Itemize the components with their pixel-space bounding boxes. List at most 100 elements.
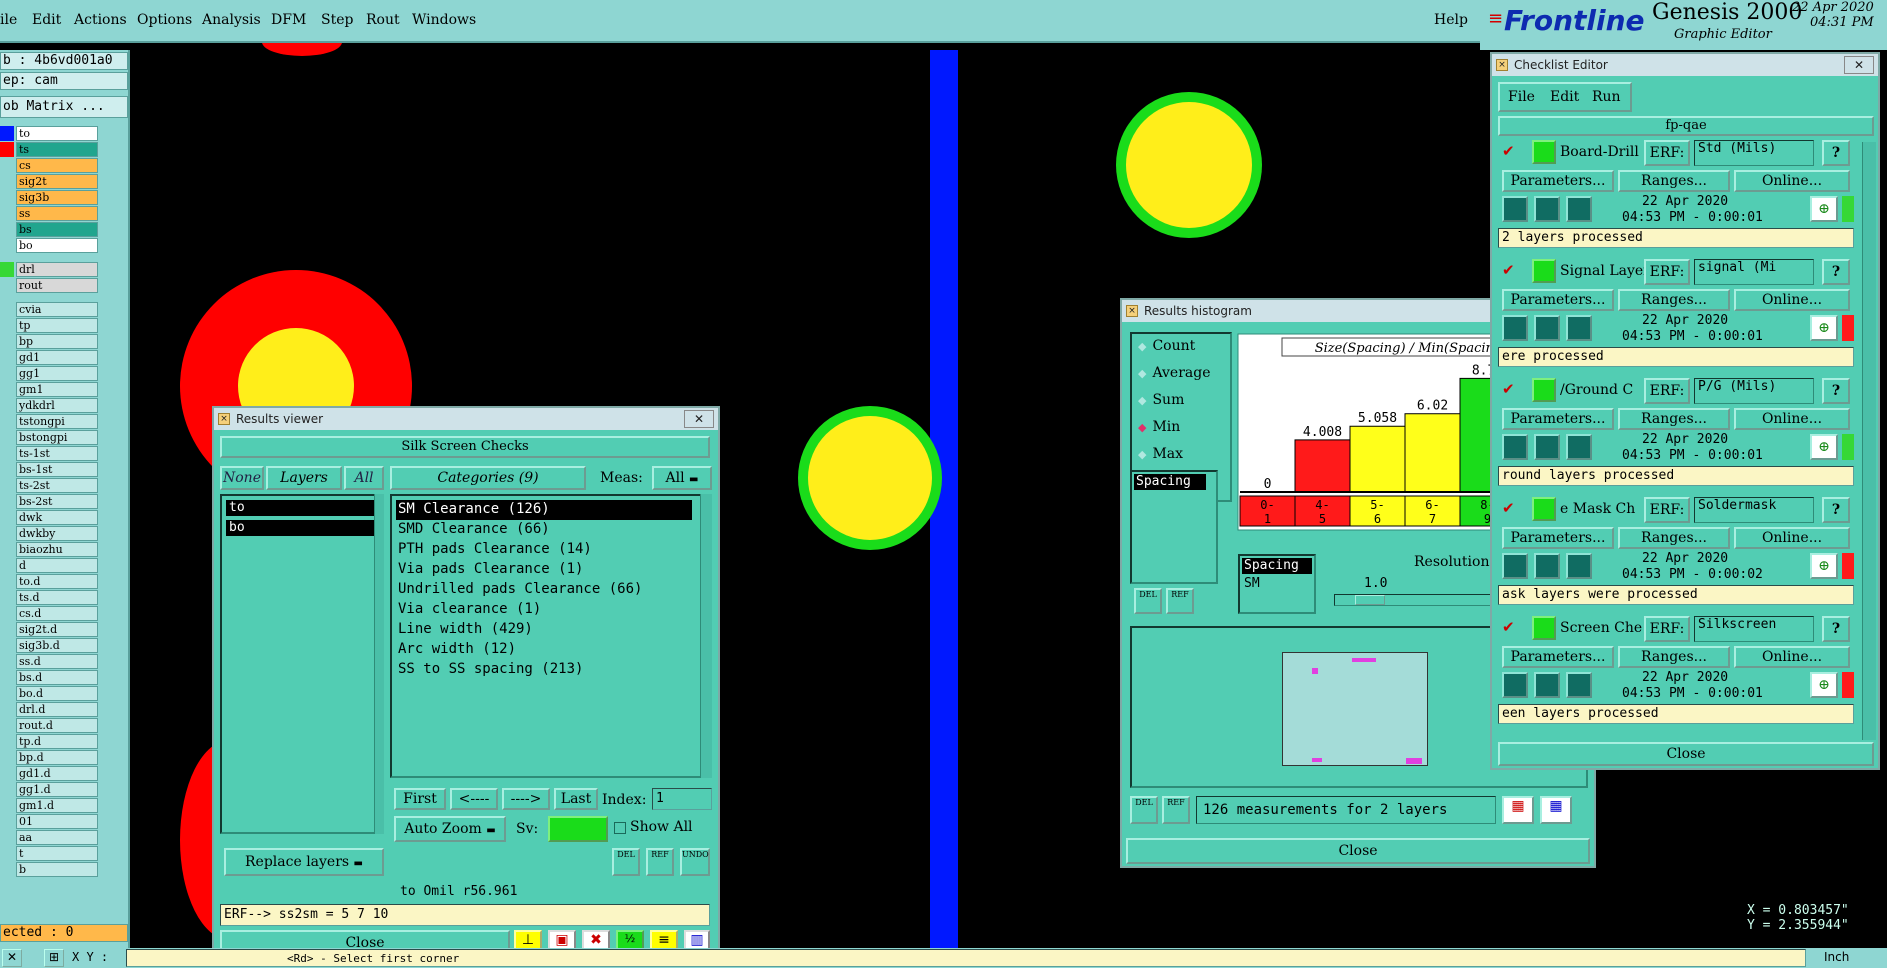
layer-item-gd1-d[interactable]: gd1.d bbox=[16, 766, 98, 781]
layer-color-swatch[interactable] bbox=[0, 262, 14, 277]
category-item[interactable]: SS to SS spacing (213) bbox=[396, 660, 692, 680]
sv-color-dropdown[interactable] bbox=[548, 816, 608, 842]
layer-item-gg1[interactable]: gg1 bbox=[16, 366, 98, 381]
menu-step[interactable]: Step bbox=[321, 12, 353, 28]
layer-item-bs-1st[interactable]: bs-1st bbox=[16, 462, 98, 477]
checklist-menu-file[interactable]: File bbox=[1508, 89, 1535, 105]
category-item[interactable]: Undrilled pads Clearance (66) bbox=[396, 580, 692, 600]
action-icon[interactable] bbox=[1532, 378, 1556, 402]
layer-item-to[interactable]: to bbox=[226, 500, 378, 516]
parameters-button[interactable]: Parameters... bbox=[1502, 408, 1614, 430]
run-icon[interactable] bbox=[1566, 553, 1592, 579]
layer-item-t[interactable]: t bbox=[16, 846, 98, 861]
layer-item-bo[interactable]: bo bbox=[16, 238, 98, 253]
check-icon[interactable]: ✔ bbox=[1502, 380, 1515, 398]
parameters-button[interactable]: Parameters... bbox=[1502, 527, 1614, 549]
ref-button[interactable]: REF bbox=[646, 848, 674, 876]
spacing-label[interactable]: Spacing bbox=[1242, 558, 1312, 574]
layer-item-aa[interactable]: aa bbox=[16, 830, 98, 845]
xy-input[interactable]: <Rd> - Select first corner bbox=[126, 949, 1806, 967]
layer-item-drl-d[interactable]: drl.d bbox=[16, 702, 98, 717]
categories-button[interactable]: Categories (9) bbox=[390, 466, 586, 490]
erf-button[interactable]: ERF: bbox=[1644, 259, 1690, 285]
histogram-bar[interactable] bbox=[1349, 425, 1406, 493]
histogram-bar[interactable] bbox=[1404, 413, 1461, 493]
resolution-slider-handle[interactable] bbox=[1355, 595, 1385, 605]
layer-item-dwk[interactable]: dwk bbox=[16, 510, 98, 525]
histogram-list-item[interactable]: Spacing bbox=[1134, 474, 1206, 490]
action-icon[interactable] bbox=[1532, 497, 1556, 521]
run-icon[interactable] bbox=[1534, 434, 1560, 460]
erf-button[interactable]: ERF: bbox=[1644, 616, 1690, 642]
category-item[interactable]: Line width (429) bbox=[396, 620, 692, 640]
next-button[interactable]: ----> bbox=[502, 788, 550, 810]
layer-item-cs-d[interactable]: cs.d bbox=[16, 606, 98, 621]
run-icon[interactable] bbox=[1566, 434, 1592, 460]
auto-zoom-dropdown[interactable]: Auto Zoom ▬ bbox=[394, 816, 506, 842]
layer-item-sig3b-d[interactable]: sig3b.d bbox=[16, 638, 98, 653]
none-button[interactable]: None bbox=[220, 466, 264, 490]
job-matrix-button[interactable]: ob Matrix ... bbox=[0, 96, 128, 118]
zoom-results-icon[interactable]: ⊕ bbox=[1810, 553, 1838, 579]
run-icon[interactable] bbox=[1502, 315, 1528, 341]
erf-button[interactable]: ERF: bbox=[1644, 497, 1690, 523]
zoom-fit-icon[interactable]: ▦ bbox=[1502, 796, 1534, 824]
del-button[interactable]: DEL bbox=[612, 848, 640, 876]
help-button[interactable]: ? bbox=[1822, 259, 1850, 285]
checklist-action-label[interactable]: e Mask Ch bbox=[1560, 501, 1644, 517]
layer-color-swatch[interactable] bbox=[0, 126, 14, 141]
online-button[interactable]: Online... bbox=[1734, 646, 1850, 668]
option-average[interactable]: ◆ Average bbox=[1138, 365, 1211, 381]
run-icon[interactable] bbox=[1566, 672, 1592, 698]
ranges-button[interactable]: Ranges... bbox=[1618, 289, 1730, 311]
layer-item-bp-d[interactable]: bp.d bbox=[16, 750, 98, 765]
layer-listbox[interactable]: to bo bbox=[220, 494, 384, 834]
erf-button[interactable]: ERF: bbox=[1644, 140, 1690, 166]
results-viewer-titlebar[interactable]: × Results viewer ✕ bbox=[214, 408, 718, 430]
category-item[interactable]: Via clearance (1) bbox=[396, 600, 692, 620]
help-button[interactable]: ? bbox=[1822, 616, 1850, 642]
layer-item-ts-1st[interactable]: ts-1st bbox=[16, 446, 98, 461]
first-button[interactable]: First bbox=[394, 788, 446, 810]
layer-item-bstongpi[interactable]: bstongpi bbox=[16, 430, 98, 445]
checklist-menu-edit[interactable]: Edit bbox=[1550, 89, 1579, 105]
prev-button[interactable]: <---- bbox=[450, 788, 498, 810]
layer-item-sig3b[interactable]: sig3b bbox=[16, 190, 98, 205]
layer-item-drl[interactable]: drl bbox=[16, 262, 98, 277]
all-button[interactable]: All bbox=[344, 466, 384, 490]
layer-item-cvia[interactable]: cvia bbox=[16, 302, 98, 317]
layer-item-bo-d[interactable]: bo.d bbox=[16, 686, 98, 701]
preview-ref-button[interactable]: REF bbox=[1162, 796, 1190, 824]
grid-icon[interactable]: ⊞ bbox=[44, 949, 64, 967]
layer-item-tp-d[interactable]: tp.d bbox=[16, 734, 98, 749]
menu-options[interactable]: Options bbox=[137, 12, 192, 28]
menu-file[interactable]: ile bbox=[0, 12, 17, 28]
layer-item-ts-d[interactable]: ts.d bbox=[16, 590, 98, 605]
replace-layers-dropdown[interactable]: Replace layers ▬ bbox=[224, 848, 384, 876]
layer-item-rout[interactable]: rout bbox=[16, 278, 98, 293]
zoom-select-icon[interactable]: ▦ bbox=[1540, 796, 1572, 824]
run-icon[interactable] bbox=[1566, 315, 1592, 341]
layer-item-gm1[interactable]: gm1 bbox=[16, 382, 98, 397]
help-button[interactable]: ? bbox=[1822, 140, 1850, 166]
layer-item-sig2t[interactable]: sig2t bbox=[16, 174, 98, 189]
action-icon[interactable] bbox=[1532, 140, 1556, 164]
layer-color-swatch[interactable] bbox=[0, 142, 14, 157]
ranges-button[interactable]: Ranges... bbox=[1618, 527, 1730, 549]
action-icon[interactable] bbox=[1532, 259, 1556, 283]
run-icon[interactable] bbox=[1534, 315, 1560, 341]
category-item[interactable]: Arc width (12) bbox=[396, 640, 692, 660]
run-icon[interactable] bbox=[1534, 672, 1560, 698]
close-icon[interactable]: ✕ bbox=[684, 410, 714, 428]
parameters-button[interactable]: Parameters... bbox=[1502, 646, 1614, 668]
online-button[interactable]: Online... bbox=[1734, 170, 1850, 192]
category-item[interactable]: SM Clearance (126) bbox=[396, 500, 692, 520]
zoom-results-icon[interactable]: ⊕ bbox=[1810, 434, 1838, 460]
help-button[interactable]: ? bbox=[1822, 497, 1850, 523]
layer-item-tstongpi[interactable]: tstongpi bbox=[16, 414, 98, 429]
run-icon[interactable] bbox=[1534, 553, 1560, 579]
ranges-button[interactable]: Ranges... bbox=[1618, 170, 1730, 192]
layer-item-dwkby[interactable]: dwkby bbox=[16, 526, 98, 541]
help-button[interactable]: ? bbox=[1822, 378, 1850, 404]
layer-item-bs[interactable]: bs bbox=[16, 222, 98, 237]
